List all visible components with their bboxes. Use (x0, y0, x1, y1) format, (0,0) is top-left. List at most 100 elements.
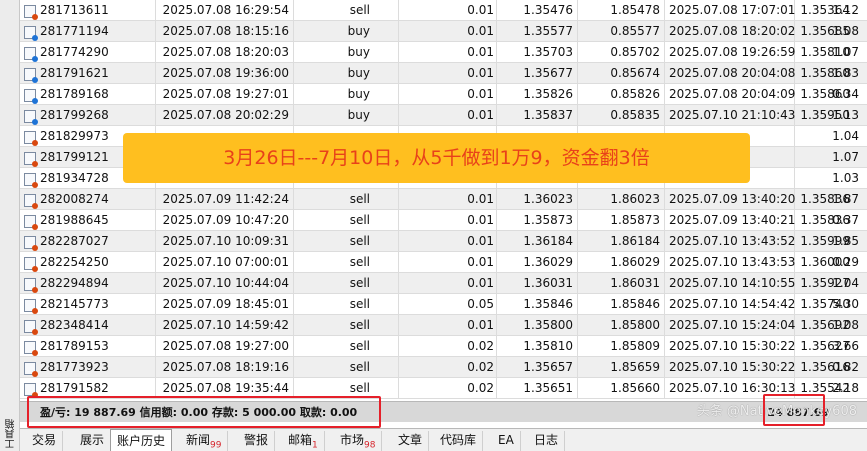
price-cell: 1.85478 (578, 0, 665, 21)
close-time-cell: 2025.07.10 13:43:53 (665, 252, 795, 273)
open-time-cell: 2025.07.08 16:29:54 (156, 0, 294, 21)
close-time-cell: 2025.07.09 13:40:20 (665, 189, 795, 210)
open-price-cell: 1.35476 (497, 0, 578, 21)
tab-label: 日志 (534, 433, 559, 447)
tab-1[interactable]: 展示 (74, 431, 112, 451)
close-time-cell: 2025.07.08 19:26:59 (665, 42, 795, 63)
price-cell: 1.85873 (578, 210, 665, 231)
table-row[interactable]: 282287027 2025.07.10 10:09:31 sell 0.01 1.36… (20, 231, 867, 252)
type-cell: buy (294, 42, 399, 63)
ticket-cell: 282145773 (20, 294, 156, 315)
table-row[interactable]: 281773923 2025.07.08 18:19:16 sell 0.02 1.35… (20, 357, 867, 378)
profit-cell: 1.08 (832, 318, 859, 332)
table-row[interactable]: 281713611 2025.07.08 16:29:54 sell 0.01 1.35… (20, 0, 867, 21)
table-row[interactable]: 282294894 2025.07.10 10:44:04 sell 0.01 1.36… (20, 273, 867, 294)
tab-3[interactable]: 新闻99 (180, 431, 229, 451)
ticket-cell: 281791621 (20, 63, 156, 84)
price-cell: 0.85674 (578, 63, 665, 84)
type-cell: sell (294, 0, 399, 21)
ticket-cell: 281773923 (20, 357, 156, 378)
open-price-cell: 1.35800 (497, 315, 578, 336)
open-price-cell: 1.35810 (497, 336, 578, 357)
volume-cell: 0.01 (399, 105, 497, 126)
close-time-cell: 2025.07.10 15:24:04 (665, 315, 795, 336)
toolbox-sidebar[interactable]: 工具箱 (0, 0, 20, 451)
volume-cell: 0.01 (399, 84, 497, 105)
type-cell: buy (294, 105, 399, 126)
price-cell: 1.85800 (578, 315, 665, 336)
tab-4[interactable]: 警报 (238, 431, 276, 451)
tab-label: 邮箱 (288, 433, 313, 447)
ticket-cell: 282254250 (20, 252, 156, 273)
tab-6[interactable]: 市场98 (334, 431, 383, 451)
table-row[interactable]: 281988645 2025.07.09 10:47:20 sell 0.01 1.35… (20, 210, 867, 231)
open-price-cell: 1.35846 (497, 294, 578, 315)
ticket-cell: 282348414 (20, 315, 156, 336)
type-cell: buy (294, 63, 399, 84)
table-row[interactable]: 282348414 2025.07.10 14:59:42 sell 0.01 1.35… (20, 315, 867, 336)
volume-cell: 0.02 (399, 357, 497, 378)
price-cell: 1.86023 (578, 189, 665, 210)
tab-8[interactable]: 代码库 (434, 431, 484, 451)
table-row[interactable]: 281791621 2025.07.08 19:36:00 buy 0.01 1.356… (20, 63, 867, 84)
tab-label: 文章 (398, 433, 423, 447)
open-price-cell: 1.35837 (497, 105, 578, 126)
price-cell: 0.85702 (578, 42, 665, 63)
table-row[interactable]: 281771194 2025.07.08 18:15:16 buy 0.01 1.355… (20, 21, 867, 42)
ticket-cell: 281771194 (20, 21, 156, 42)
highlight-box-total (763, 394, 825, 426)
volume-cell: 0.01 (399, 63, 497, 84)
volume-cell: 0.01 (399, 231, 497, 252)
ticket-cell: 281789153 (20, 336, 156, 357)
tab-5[interactable]: 邮箱1 (282, 431, 325, 451)
open-time-cell: 2025.07.10 14:59:42 (156, 315, 294, 336)
volume-cell: 0.02 (399, 336, 497, 357)
table-row[interactable]: 281774290 2025.07.08 18:20:03 buy 0.01 1.357… (20, 42, 867, 63)
tab-0[interactable]: 交易 (26, 431, 64, 451)
table-row[interactable]: 282254250 2025.07.10 07:00:01 sell 0.01 1.36… (20, 252, 867, 273)
ticket-cell: 281988645 (20, 210, 156, 231)
table-row[interactable]: 282008274 2025.07.09 11:42:24 sell 0.01 1.36… (20, 189, 867, 210)
volume-cell: 0.01 (399, 210, 497, 231)
tab-7[interactable]: 文章 (392, 431, 430, 451)
profit-cell: 1.08 (832, 24, 859, 38)
table-row[interactable]: 281789153 2025.07.08 19:27:00 sell 0.02 1.35… (20, 336, 867, 357)
price-cell: 0.85826 (578, 84, 665, 105)
volume-cell: 0.01 (399, 252, 497, 273)
close-time-cell: 2025.07.10 14:10:55 (665, 273, 795, 294)
tab-10[interactable]: 日志 (528, 431, 566, 451)
type-cell: buy (294, 21, 399, 42)
close-time-cell: 2025.07.10 21:10:43 (665, 105, 795, 126)
tab-badge: 1 (312, 440, 318, 451)
close-time-cell: 2025.07.10 15:30:22 (665, 357, 795, 378)
price-cell: 0.85577 (578, 21, 665, 42)
profit-cell: 1.85 (832, 234, 859, 248)
ticket-cell: 281789168 (20, 84, 156, 105)
table-row[interactable]: 281789168 2025.07.08 19:27:01 buy 0.01 1.358… (20, 84, 867, 105)
type-cell: sell (294, 357, 399, 378)
open-price-cell: 1.36029 (497, 252, 578, 273)
table-row[interactable]: 281799268 2025.07.08 20:02:29 buy 0.01 1.358… (20, 105, 867, 126)
ticket-cell: 281774290 (20, 42, 156, 63)
profit-cell: 1.07 (832, 150, 859, 164)
tab-label: 代码库 (440, 433, 477, 447)
open-price-cell: 1.36023 (497, 189, 578, 210)
volume-cell: 0.02 (399, 378, 497, 399)
close-time-cell: 2025.07.08 20:04:08 (665, 63, 795, 84)
open-price-cell: 1.36031 (497, 273, 578, 294)
highlight-box-summary (27, 396, 381, 428)
table-row[interactable]: 282145773 2025.07.09 18:45:01 sell 0.05 1.35… (20, 294, 867, 315)
open-time-cell: 2025.07.08 19:27:00 (156, 336, 294, 357)
profit-cell: 0.29 (832, 255, 859, 269)
tab-badge: 99 (210, 440, 222, 451)
ticket-cell: 282008274 (20, 189, 156, 210)
open-time-cell: 2025.07.10 10:44:04 (156, 273, 294, 294)
volume-cell: 0.01 (399, 189, 497, 210)
tab-2[interactable]: 账户历史 (110, 429, 173, 451)
profit-cell: 1.04 (832, 276, 859, 290)
profit-cell: 1.83 (832, 66, 859, 80)
tab-9[interactable]: EA (492, 431, 521, 451)
tab-label: 警报 (244, 433, 269, 447)
tab-label: 展示 (80, 433, 105, 447)
profit-cell: 1.04 (832, 129, 859, 143)
